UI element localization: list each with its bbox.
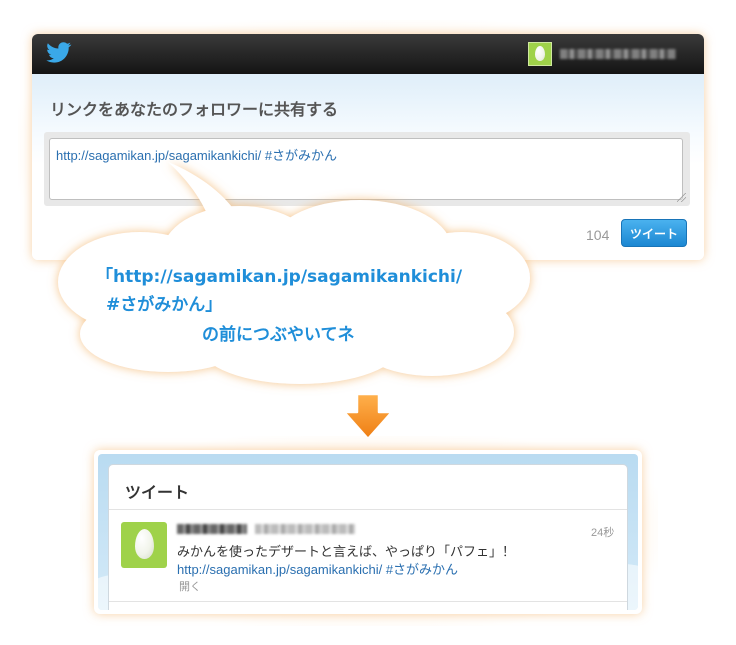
down-arrow-icon (342, 392, 394, 441)
timeline-panel: ツイート 24秒 みかんを使ったデザートと言えば、やっぱり「パフェ」！ http… (108, 464, 628, 610)
divider (109, 509, 627, 510)
timeline-title: ツイート (125, 483, 190, 502)
tweet-timestamp[interactable]: 24秒 (591, 524, 614, 540)
timeline-card: ツイート 24秒 みかんを使ったデザートと言えば、やっぱり「パフェ」！ http… (94, 450, 642, 614)
bubble-line-2: #さがみかん」 (106, 295, 223, 315)
tweet-text: みかんを使ったデザートと言えば、やっぱり「パフェ」！ (177, 545, 516, 560)
blurred-display-name[interactable] (177, 524, 247, 534)
sky-background: ツイート 24秒 みかんを使ったデザートと言えば、やっぱり「パフェ」！ http… (98, 454, 638, 610)
tweet-link[interactable]: http://sagamikan.jp/sagamikankichi/ #さがみ… (177, 559, 458, 578)
bubble-line-3: の前につぶやいてネ (202, 325, 355, 345)
blurred-screen-name[interactable] (255, 524, 355, 534)
open-tweet-link[interactable]: 開く (179, 578, 201, 594)
bubble-line-1: 「http://sagamikan.jp/sagamikankichi/ (96, 267, 463, 287)
tweet-avatar[interactable] (121, 522, 167, 568)
egg-icon (135, 529, 154, 559)
divider (109, 601, 627, 602)
